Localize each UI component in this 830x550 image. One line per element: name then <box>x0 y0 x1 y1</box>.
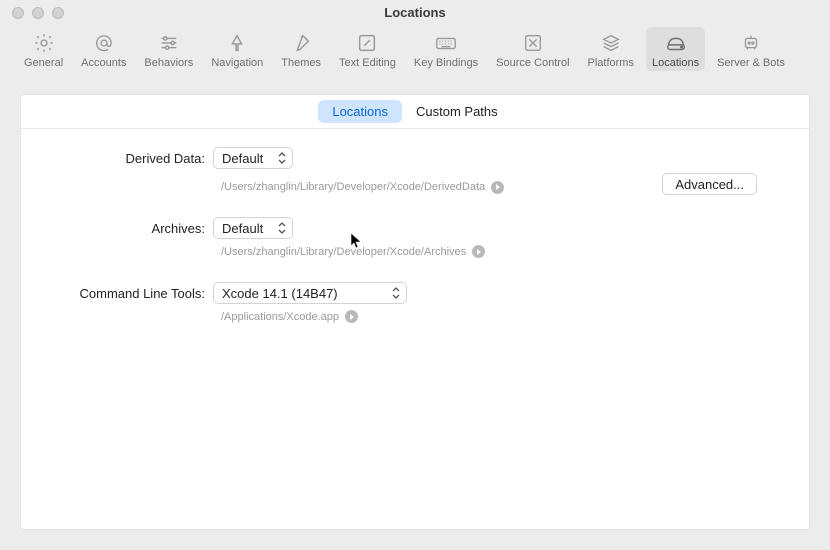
disk-icon <box>664 31 688 55</box>
robot-icon <box>740 31 762 55</box>
tab-label: Behaviors <box>144 57 193 69</box>
locations-pane: Locations Custom Paths Derived Data: Def… <box>20 94 810 530</box>
tab-label: Server & Bots <box>717 57 785 69</box>
cli-label: Command Line Tools: <box>73 286 213 301</box>
tab-navigation[interactable]: Navigation <box>205 27 269 71</box>
tab-text-editing[interactable]: Text Editing <box>333 27 402 71</box>
archives-path: /Users/zhanglin/Library/Developer/Xcode/… <box>221 246 466 258</box>
tab-behaviors[interactable]: Behaviors <box>138 27 199 71</box>
subtab-custom-paths[interactable]: Custom Paths <box>402 100 512 123</box>
tab-source-control[interactable]: Source Control <box>490 27 575 71</box>
derived-data-path: /Users/zhanglin/Library/Developer/Xcode/… <box>221 181 485 193</box>
archives-label: Archives: <box>73 221 213 236</box>
tab-general[interactable]: General <box>18 27 69 71</box>
cli-path: /Applications/Xcode.app <box>221 311 339 323</box>
tab-themes[interactable]: Themes <box>275 27 327 71</box>
tab-server-bots[interactable]: Server & Bots <box>711 27 791 71</box>
derived-data-label: Derived Data: <box>73 151 213 166</box>
gear-icon <box>33 31 55 55</box>
tab-label: Platforms <box>588 57 634 69</box>
tab-locations[interactable]: Locations <box>646 27 705 71</box>
stepper-icon <box>278 152 286 164</box>
sub-tabs: Locations Custom Paths <box>21 95 809 129</box>
at-icon <box>93 31 115 55</box>
reveal-in-finder-icon[interactable] <box>345 310 358 323</box>
content-area: Locations Custom Paths Derived Data: Def… <box>0 84 830 550</box>
tab-accounts[interactable]: Accounts <box>75 27 132 71</box>
reveal-in-finder-icon[interactable] <box>491 181 504 194</box>
source-control-icon <box>522 31 544 55</box>
select-value: Default <box>222 221 263 236</box>
window-title: Locations <box>0 5 830 20</box>
derived-data-row: Derived Data: Default <box>73 147 757 169</box>
select-value: Xcode 14.1 (14B47) <box>222 286 338 301</box>
pencil-square-icon <box>356 31 378 55</box>
tab-key-bindings[interactable]: Key Bindings <box>408 27 484 71</box>
navigation-icon <box>226 31 248 55</box>
tab-label: Accounts <box>81 57 126 69</box>
locations-form: Derived Data: Default /Users/zhanglin/Li… <box>21 129 809 323</box>
layers-icon <box>600 31 622 55</box>
tab-label: Key Bindings <box>414 57 478 69</box>
sliders-icon <box>158 31 180 55</box>
select-value: Default <box>222 151 263 166</box>
stepper-icon <box>278 222 286 234</box>
tab-label: Text Editing <box>339 57 396 69</box>
titlebar: Locations <box>0 0 830 25</box>
tab-label: General <box>24 57 63 69</box>
cli-select[interactable]: Xcode 14.1 (14B47) <box>213 282 407 304</box>
archives-row: Archives: Default <box>73 217 757 239</box>
tab-label: Source Control <box>496 57 569 69</box>
paintbrush-icon <box>290 31 312 55</box>
subtab-locations[interactable]: Locations <box>318 100 402 123</box>
preferences-window: Locations General Accounts Behaviors Nav… <box>0 0 830 550</box>
reveal-in-finder-icon[interactable] <box>472 245 485 258</box>
tab-label: Themes <box>281 57 321 69</box>
preferences-toolbar: General Accounts Behaviors Navigation Th… <box>0 25 830 84</box>
derived-data-select[interactable]: Default <box>213 147 293 169</box>
keyboard-icon <box>434 31 458 55</box>
tab-platforms[interactable]: Platforms <box>582 27 640 71</box>
advanced-button[interactable]: Advanced... <box>662 173 757 195</box>
archives-select[interactable]: Default <box>213 217 293 239</box>
stepper-icon <box>392 287 400 299</box>
cli-row: Command Line Tools: Xcode 14.1 (14B47) <box>73 282 757 304</box>
tab-label: Navigation <box>211 57 263 69</box>
tab-label: Locations <box>652 57 699 69</box>
